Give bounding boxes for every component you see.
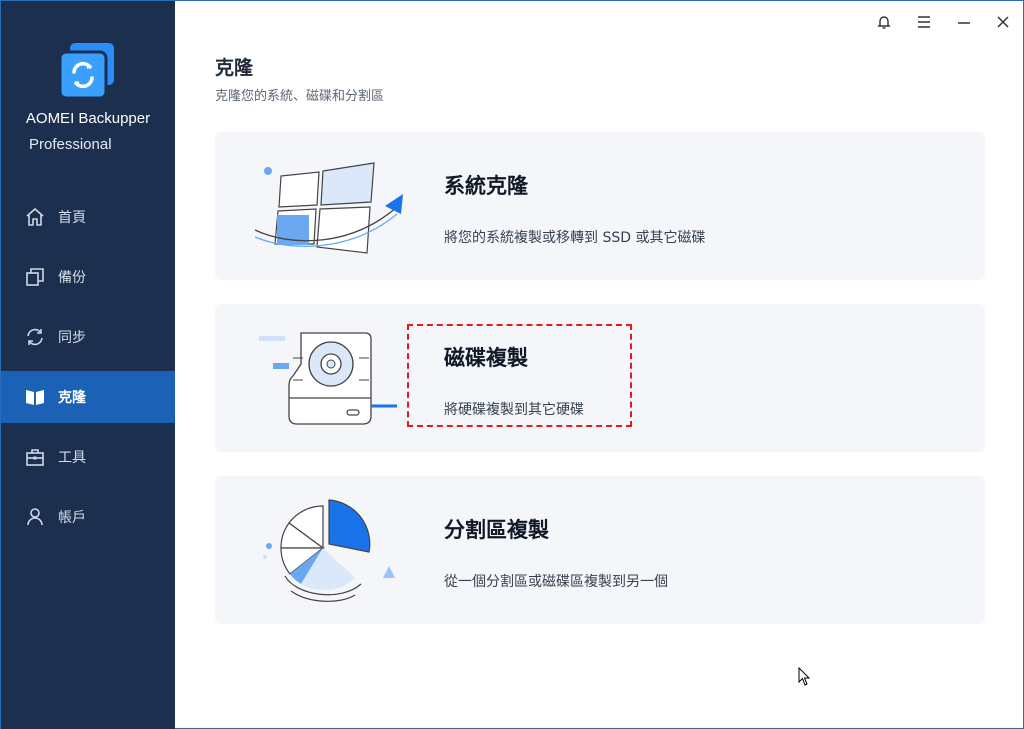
- backup-icon: [25, 267, 45, 287]
- notification-button[interactable]: [874, 12, 894, 32]
- pie-partition-illustration: [251, 496, 411, 608]
- sidebar-item-label: 工具: [58, 450, 86, 466]
- sidebar-item-label: 帳戶: [58, 510, 86, 526]
- app-name: AOMEI Backupper: [25, 110, 151, 127]
- sidebar-item-label: 首頁: [58, 210, 86, 226]
- sidebar-item-tools[interactable]: 工具: [1, 431, 175, 483]
- bell-icon: [877, 16, 891, 29]
- mouse-cursor-icon: [798, 666, 812, 687]
- sidebar-item-clone[interactable]: 克隆: [1, 371, 175, 423]
- menu-button[interactable]: [914, 12, 934, 32]
- home-icon: [25, 207, 45, 227]
- app-logo-icon: [58, 41, 118, 100]
- system-clone-card[interactable]: 系統克隆 將您的系統複製或移轉到 SSD 或其它磁碟: [215, 132, 985, 280]
- disk-illustration: [251, 324, 411, 436]
- user-icon: [25, 507, 45, 527]
- app-edition: Professional: [29, 136, 112, 153]
- sidebar-item-label: 備份: [58, 270, 86, 286]
- sidebar-nav: 首頁 備份 同步 克隆 工具 帳戶: [1, 191, 175, 551]
- close-icon: [997, 16, 1009, 28]
- card-title: 分割區複製: [444, 518, 549, 542]
- page-title: 克隆: [215, 57, 254, 79]
- card-description: 將硬碟複製到其它硬碟: [444, 402, 584, 418]
- app-window: AOMEI Backupper Professional 首頁 備份 同步 克隆…: [0, 0, 1024, 729]
- clone-icon: [25, 387, 45, 407]
- sidebar-item-label: 克隆: [58, 390, 86, 406]
- disk-clone-card[interactable]: 磁碟複製 將硬碟複製到其它硬碟: [215, 304, 985, 452]
- sync-icon: [25, 327, 45, 347]
- card-description: 從一個分割區或磁碟區複製到另一個: [444, 574, 668, 590]
- page-subtitle: 克隆您的系統、磁碟和分割區: [215, 89, 385, 104]
- sidebar-item-label: 同步: [58, 330, 86, 346]
- card-title: 磁碟複製: [444, 346, 528, 370]
- minimize-button[interactable]: [954, 12, 974, 32]
- minimize-icon: [958, 22, 970, 24]
- partition-clone-card[interactable]: 分割區複製 從一個分割區或磁碟區複製到另一個: [215, 476, 985, 624]
- menu-icon: [918, 16, 930, 28]
- sidebar-item-home[interactable]: 首頁: [1, 191, 175, 243]
- card-description: 將您的系統複製或移轉到 SSD 或其它磁碟: [444, 230, 706, 246]
- close-button[interactable]: [993, 12, 1013, 32]
- sidebar-item-sync[interactable]: 同步: [1, 311, 175, 363]
- sidebar: AOMEI Backupper Professional 首頁 備份 同步 克隆…: [1, 1, 175, 729]
- sidebar-item-backup[interactable]: 備份: [1, 251, 175, 303]
- sidebar-item-account[interactable]: 帳戶: [1, 491, 175, 543]
- windows-migrate-illustration: [251, 152, 411, 264]
- card-title: 系統克隆: [444, 174, 528, 198]
- toolbox-icon: [25, 447, 45, 467]
